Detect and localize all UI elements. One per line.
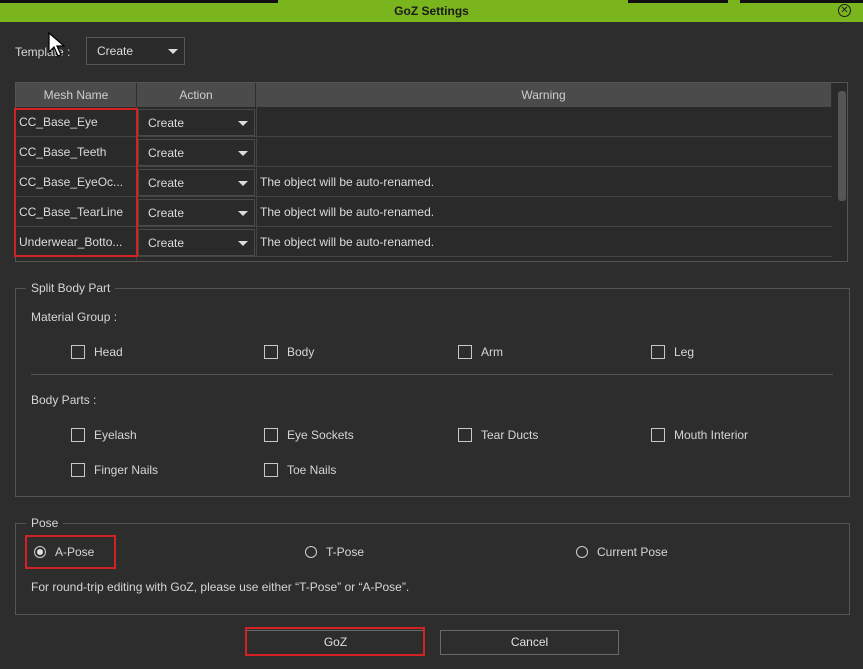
checkbox-label: Finger Nails (94, 463, 159, 477)
split-body-part-legend: Split Body Part (26, 281, 116, 295)
chevron-down-icon (238, 181, 248, 186)
action-value: Create (148, 176, 185, 190)
radio-circle[interactable] (34, 546, 46, 558)
checkbox-eye-sockets[interactable]: Eye Sockets (264, 427, 354, 443)
warning-cell: The object will be auto-renamed. (256, 197, 832, 227)
checkbox-label: Body (287, 345, 315, 359)
close-icon[interactable]: ✕ (838, 4, 851, 17)
warning-cell: The object will be auto-renamed. (256, 227, 832, 257)
table-row[interactable]: CC_Base_TearLine Create The object will … (16, 197, 832, 227)
radio-label: A-Pose (55, 545, 95, 559)
checkbox-box[interactable] (651, 428, 665, 442)
checkbox-arm[interactable]: Arm (458, 344, 503, 360)
chevron-down-icon (238, 121, 248, 126)
checkbox-head[interactable]: Head (71, 344, 123, 360)
chevron-down-icon (238, 151, 248, 156)
table-row[interactable]: CC_Base_Eye Create (16, 107, 832, 137)
radio-label: T-Pose (326, 545, 365, 559)
pose-legend: Pose (26, 516, 64, 530)
mesh-name-cell: CC_Base_EyeOc... (19, 175, 124, 189)
material-group-label: Material Group : (31, 310, 118, 324)
checkbox-leg[interactable]: Leg (651, 344, 694, 360)
chevron-down-icon (238, 241, 248, 246)
action-dropdown[interactable]: Create (138, 169, 255, 196)
checkbox-box[interactable] (71, 428, 85, 442)
checkbox-box[interactable] (458, 428, 472, 442)
checkbox-mouth-interior[interactable]: Mouth Interior (651, 427, 748, 443)
checkbox-label: Head (94, 345, 123, 359)
header-action[interactable]: Action (137, 83, 256, 107)
table-header: Mesh Name Action Warning (16, 83, 832, 107)
warning-cell (256, 137, 832, 167)
checkbox-label: Arm (481, 345, 503, 359)
action-value: Create (148, 236, 185, 250)
action-value: Create (148, 206, 185, 220)
action-value: Create (148, 116, 185, 130)
mesh-name-cell: CC_Base_Teeth (19, 145, 107, 159)
header-warning[interactable]: Warning (256, 83, 832, 107)
pose-hint: For round-trip editing with GoZ, please … (31, 580, 410, 594)
checkbox-box[interactable] (264, 463, 278, 477)
table-row[interactable]: Underwear_Botto... Create The object wil… (16, 227, 832, 257)
checkbox-box[interactable] (71, 463, 85, 477)
mouse-cursor-icon (48, 32, 66, 57)
checkbox-tear-ducts[interactable]: Tear Ducts (458, 427, 538, 443)
radio-a-pose[interactable]: A-Pose (34, 544, 94, 560)
warning-cell (256, 107, 832, 137)
checkbox-finger-nails[interactable]: Finger Nails (71, 462, 158, 478)
pose-group: Pose (15, 516, 850, 615)
action-dropdown[interactable]: Create (138, 229, 255, 256)
radio-circle[interactable] (576, 546, 588, 558)
radio-current-pose[interactable]: Current Pose (576, 544, 668, 560)
table-row[interactable]: CC_Base_Teeth Create (16, 137, 832, 167)
cancel-button[interactable]: Cancel (440, 630, 619, 655)
radio-label: Current Pose (597, 545, 668, 559)
checkbox-box[interactable] (264, 428, 278, 442)
checkbox-label: Eyelash (94, 428, 137, 442)
checkbox-eyelash[interactable]: Eyelash (71, 427, 137, 443)
title-bar-edge (0, 0, 278, 3)
action-dropdown[interactable]: Create (138, 199, 255, 226)
action-dropdown[interactable]: Create (138, 139, 255, 166)
checkbox-box[interactable] (651, 345, 665, 359)
window-title: GoZ Settings (394, 4, 469, 18)
checkbox-box[interactable] (264, 345, 278, 359)
template-dropdown[interactable]: Create (86, 37, 185, 65)
title-bar-edge (628, 0, 728, 3)
table-row[interactable]: CC_Base_EyeOc... Create The object will … (16, 167, 832, 197)
title-bar-edge (740, 0, 863, 3)
mesh-table: Mesh Name Action Warning CC_Base_Eye Cre… (15, 82, 848, 262)
radio-t-pose[interactable]: T-Pose (305, 544, 364, 560)
section-divider (31, 374, 833, 375)
header-mesh-name[interactable]: Mesh Name (16, 83, 137, 107)
checkbox-label: Mouth Interior (674, 428, 749, 442)
goz-button[interactable]: GoZ (246, 630, 425, 655)
checkbox-label: Tear Ducts (481, 428, 539, 442)
chevron-down-icon (238, 211, 248, 216)
checkbox-box[interactable] (71, 345, 85, 359)
checkbox-body[interactable]: Body (264, 344, 314, 360)
checkbox-toe-nails[interactable]: Toe Nails (264, 462, 336, 478)
mesh-name-cell: Underwear_Botto... (19, 235, 123, 249)
title-bar: GoZ Settings ✕ (0, 0, 863, 22)
body-parts-label: Body Parts : (31, 393, 97, 407)
checkbox-label: Toe Nails (287, 463, 337, 477)
table-scrollbar[interactable] (838, 91, 846, 201)
warning-cell: The object will be auto-renamed. (256, 167, 832, 197)
mesh-name-cell: CC_Base_Eye (19, 115, 98, 129)
action-dropdown[interactable]: Create (138, 109, 255, 136)
template-value: Create (97, 44, 134, 58)
checkbox-label: Leg (674, 345, 695, 359)
checkbox-label: Eye Sockets (287, 428, 354, 442)
radio-circle[interactable] (305, 546, 317, 558)
action-value: Create (148, 146, 185, 160)
chevron-down-icon (168, 49, 178, 54)
mesh-name-cell: CC_Base_TearLine (19, 205, 124, 219)
checkbox-box[interactable] (458, 345, 472, 359)
